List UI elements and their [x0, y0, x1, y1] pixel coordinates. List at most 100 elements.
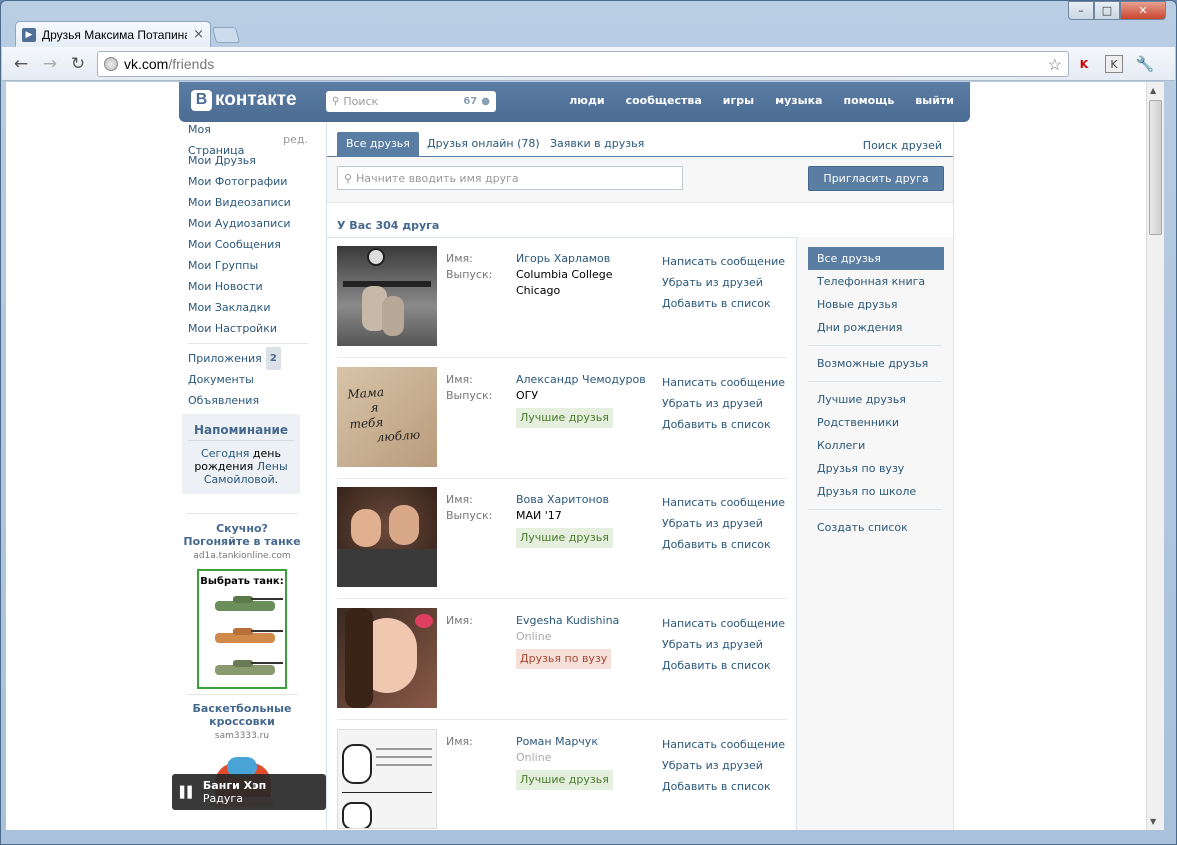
tab-friend-requests[interactable]: Заявки в друзья	[541, 132, 653, 156]
filter-relatives[interactable]: Родственники	[808, 411, 944, 434]
minimize-button[interactable]: –	[1068, 1, 1094, 20]
ad-title[interactable]: Баскетбольные кроссовки	[182, 702, 302, 728]
menu-apps-label[interactable]: Приложения	[188, 348, 262, 369]
filter-phone-book[interactable]: Телефонная книга	[808, 270, 944, 293]
friend-photo[interactable]	[337, 246, 437, 346]
remove-friend-link[interactable]: Убрать из друзей	[662, 755, 785, 776]
friend-list-tag[interactable]: Лучшие друзья	[516, 770, 613, 790]
audio-player[interactable]: ▌▌ Банги Хэп Радуга	[172, 774, 326, 810]
pause-icon[interactable]: ▌▌	[180, 786, 196, 799]
filter-school-friends[interactable]: Друзья по школе	[808, 480, 944, 503]
menu-my-bookmarks[interactable]: Мои Закладки	[188, 297, 308, 318]
remove-friend-link[interactable]: Убрать из друзей	[662, 513, 785, 534]
friend-photo[interactable]	[337, 487, 437, 587]
filter-new-friends[interactable]: Новые друзья	[808, 293, 944, 316]
tab-close-icon[interactable]: ×	[193, 27, 204, 42]
ad-image[interactable]: Выбрать танк:	[197, 569, 287, 689]
nav-games[interactable]: игры	[723, 94, 754, 107]
ad-title[interactable]: Скучно? Погоняйте в танке	[182, 522, 302, 548]
maximize-button[interactable]: □	[1094, 1, 1120, 20]
nav-help[interactable]: помощь	[843, 94, 894, 107]
reminder-today-link[interactable]: Сегодня	[201, 447, 249, 460]
friend-name[interactable]: Игорь Харламов	[516, 251, 656, 267]
friend-actions: Написать сообщение Убрать из друзей Доба…	[662, 492, 785, 555]
friend-list-tag[interactable]: Друзья по вузу	[516, 649, 612, 669]
vk-search-input[interactable]: ⚲ Поиск 67 ●	[326, 91, 496, 112]
filter-birthdays[interactable]: Дни рождения	[808, 316, 944, 339]
write-message-link[interactable]: Написать сообщение	[662, 613, 785, 634]
menu-my-settings[interactable]: Мои Настройки	[188, 318, 308, 339]
tab-all-friends[interactable]: Все друзья	[337, 132, 419, 156]
vertical-scrollbar[interactable]: ▲ ▼	[1146, 82, 1164, 830]
menu-documents[interactable]: Документы	[188, 369, 308, 390]
scroll-down-icon[interactable]: ▼	[1150, 817, 1156, 826]
friend-labels: Имя: Выпуск:	[446, 251, 492, 283]
friend-photo[interactable]	[337, 608, 437, 708]
menu-my-photos[interactable]: Мои Фотографии	[188, 171, 308, 192]
friend-photo[interactable]	[337, 729, 437, 829]
new-tab-button[interactable]	[211, 27, 241, 43]
filter-possible-friends[interactable]: Возможные друзья	[808, 352, 944, 375]
add-to-list-link[interactable]: Добавить в список	[662, 655, 785, 676]
menu-my-messages[interactable]: Мои Сообщения	[188, 234, 308, 255]
nav-communities[interactable]: сообщества	[626, 94, 702, 107]
write-message-link[interactable]: Написать сообщение	[662, 492, 785, 513]
add-to-list-link[interactable]: Добавить в список	[662, 534, 785, 555]
write-message-link[interactable]: Написать сообщение	[662, 251, 785, 272]
browser-tab[interactable]: ▶ Друзья Максима Потапина ×	[15, 21, 211, 47]
find-friends-link[interactable]: Поиск друзей	[863, 139, 942, 152]
extension-k-icon[interactable]: K	[1105, 55, 1123, 73]
friend-name[interactable]: Вова Харитонов	[516, 492, 656, 508]
filter-all-friends[interactable]: Все друзья	[808, 247, 944, 270]
tab-online-friends[interactable]: Друзья онлайн (78)	[418, 132, 549, 156]
remove-friend-link[interactable]: Убрать из друзей	[662, 393, 785, 414]
menu-ads[interactable]: Объявления	[188, 390, 308, 411]
friend-edu[interactable]: ОГУ	[516, 388, 656, 404]
nav-people[interactable]: люди	[569, 94, 604, 107]
scroll-thumb[interactable]	[1149, 100, 1162, 235]
add-to-list-link[interactable]: Добавить в список	[662, 293, 785, 314]
reload-icon[interactable]: ↻	[67, 53, 89, 75]
filter-colleagues[interactable]: Коллеги	[808, 434, 944, 457]
menu-edit-link[interactable]: ред.	[283, 129, 308, 150]
menu-my-audio[interactable]: Мои Аудиозаписи	[188, 213, 308, 234]
menu-apps[interactable]: Приложения 2	[188, 347, 308, 370]
friend-name[interactable]: Александр Чемодуров	[516, 372, 656, 388]
menu-my-news[interactable]: Мои Новости	[188, 276, 308, 297]
nav-music[interactable]: музыка	[775, 94, 822, 107]
friend-edu[interactable]: МАИ '17	[516, 508, 656, 524]
ad-tanki[interactable]: Скучно? Погоняйте в танке ad1a.tankionli…	[182, 513, 302, 689]
menu-my-groups[interactable]: Мои Группы	[188, 255, 308, 276]
friend-name[interactable]: Evgesha Kudishina	[516, 613, 656, 629]
address-bar[interactable]: vk.com/friends ☆	[97, 51, 1069, 77]
write-message-link[interactable]: Написать сообщение	[662, 734, 785, 755]
vk-logo-letter: В	[191, 89, 212, 111]
friend-list-tag[interactable]: Лучшие друзья	[516, 408, 613, 428]
remove-friend-link[interactable]: Убрать из друзей	[662, 272, 785, 293]
create-list-link[interactable]: Создать список	[808, 516, 944, 539]
forward-icon[interactable]: →	[39, 53, 61, 75]
write-message-link[interactable]: Написать сообщение	[662, 372, 785, 393]
back-icon[interactable]: ←	[10, 53, 32, 75]
bookmark-star-icon[interactable]: ☆	[1048, 55, 1062, 75]
invite-friend-button[interactable]: Пригласить друга	[808, 166, 944, 191]
close-window-button[interactable]: ✕	[1120, 1, 1166, 20]
filter-best-friends[interactable]: Лучшие друзья	[808, 388, 944, 411]
menu-my-page[interactable]: Моя Страница ред.	[188, 123, 308, 157]
extension-k-red-icon[interactable]: K	[1075, 55, 1093, 73]
friend-search-input[interactable]: ⚲ Начните вводить имя друга	[337, 166, 683, 190]
friend-edu[interactable]: Columbia College Chicago	[516, 267, 656, 299]
menu-my-videos[interactable]: Мои Видеозаписи	[188, 192, 308, 213]
friend-photo[interactable]: Мама я тебя люблю	[337, 367, 437, 467]
add-to-list-link[interactable]: Добавить в список	[662, 414, 785, 435]
menu-my-friends[interactable]: Мои Друзья	[188, 150, 308, 171]
friend-list-tag[interactable]: Лучшие друзья	[516, 528, 613, 548]
add-to-list-link[interactable]: Добавить в список	[662, 776, 785, 797]
nav-logout[interactable]: выйти	[915, 94, 954, 107]
scroll-up-icon[interactable]: ▲	[1150, 86, 1156, 95]
friend-name[interactable]: Роман Марчук	[516, 734, 656, 750]
remove-friend-link[interactable]: Убрать из друзей	[662, 634, 785, 655]
vk-logo[interactable]: В контакте	[191, 89, 297, 111]
wrench-icon[interactable]: 🔧	[1136, 55, 1155, 73]
filter-university-friends[interactable]: Друзья по вузу	[808, 457, 944, 480]
